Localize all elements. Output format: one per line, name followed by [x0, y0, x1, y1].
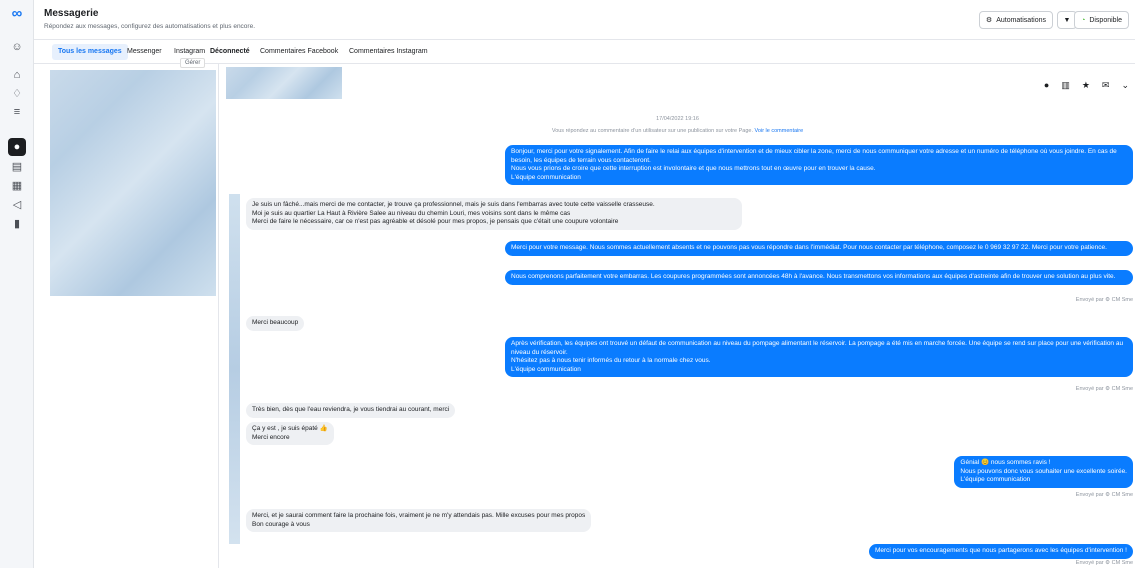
star-icon[interactable]: ★ [1082, 80, 1090, 91]
meta-logo-icon[interactable]: ∞ [6, 5, 28, 22]
automations-button[interactable]: ⚙ Automatisations [978, 11, 1053, 29]
insights-icon[interactable]: ▮ [8, 214, 26, 232]
page-subtitle: Répondez aux messages, configurez des au… [44, 23, 256, 30]
tab-messenger[interactable]: Messenger [121, 44, 168, 60]
menu-icon[interactable]: ≡ [8, 103, 26, 121]
left-nav-rail: ∞ ☺ ⌂ ♢ ≡ ● ▤ ▦ ◁ ▮ [0, 0, 34, 568]
tab-instagram-comments[interactable]: Commentaires Instagram [343, 44, 434, 60]
message-out-6: Merci pour vos encouragements que nous p… [868, 544, 1133, 559]
chevron-down-icon[interactable]: ⌄ [1121, 80, 1129, 91]
notifications-icon[interactable]: ♢ [8, 84, 26, 102]
availability-button[interactable]: ◔ Disponible [1074, 11, 1129, 29]
blurred-conversation-previews[interactable] [50, 70, 216, 296]
page-title: Messagerie [44, 8, 99, 19]
inbox-icon[interactable]: ● [8, 138, 26, 156]
message-out-5: Génial 😊 nous sommes ravis ! Nous pouvon… [954, 456, 1133, 488]
availability-icon: ◔ [1081, 16, 1086, 24]
mail-icon[interactable]: ✉ [1102, 80, 1110, 91]
availability-label: Disponible [1089, 16, 1122, 24]
message-out-2: Merci pour votre message. Nous sommes ac… [505, 241, 1133, 256]
content-icon[interactable]: ▤ [8, 157, 26, 175]
message-in-1: Je suis un fâché...mais merci de me cont… [246, 198, 742, 230]
sent-by-label: Envoyé par ⚙ CM Sme [1075, 297, 1133, 303]
tab-all-messages[interactable]: Tous les messages [52, 44, 128, 60]
conversation-actions: ● ▥ ★ ✉ ⌄ [1044, 80, 1129, 91]
conversation-timestamp: 17/04/2022 19:16 [656, 116, 699, 122]
message-in-4: Ça y est , je suis épaté 👍 Merci encore [246, 422, 334, 445]
message-in-2: Merci beaucoup [246, 316, 305, 331]
notice-text: Vous répondez au commentaire d’un utilis… [551, 128, 754, 134]
view-comment-link[interactable]: Voir le commentaire [755, 128, 804, 134]
sent-by-label: Envoyé par ⚙ CM Sme [1075, 492, 1133, 498]
ads-icon[interactable]: ◁ [8, 195, 26, 213]
planner-icon[interactable]: ▦ [8, 176, 26, 194]
message-out-3: Nous comprenons parfaitement votre embar… [505, 270, 1133, 285]
sent-by-label: Envoyé par ⚙ CM Sme [1075, 560, 1133, 566]
home-icon[interactable]: ⌂ [8, 66, 26, 84]
message-out-4: Après vérification, les équipes ont trou… [505, 337, 1133, 377]
account-avatar-icon[interactable]: ☺ [8, 38, 26, 56]
comment-notice: Vous répondez au commentaire d’un utilis… [220, 128, 1135, 134]
trash-icon[interactable]: ▥ [1061, 80, 1070, 91]
sent-by-label: Envoyé par ⚙ CM Sme [1075, 386, 1133, 392]
tab-disconnected[interactable]: Déconnecté [204, 44, 256, 60]
message-in-3: Très bien, dès que l'eau reviendra, je v… [246, 403, 456, 418]
blurred-contact-header [226, 67, 342, 99]
info-icon[interactable]: ● [1044, 80, 1049, 91]
pin-icon: ▼ [1063, 16, 1071, 24]
message-out-1: Bonjour, merci pour votre signalement. A… [505, 145, 1133, 185]
tab-facebook-comments[interactable]: Commentaires Facebook [254, 44, 344, 60]
message-in-5: Merci, et je saurai comment faire la pro… [246, 509, 592, 532]
conversation-panel: ● ▥ ★ ✉ ⌄ 17/04/2022 19:16 Vous répondez… [220, 64, 1135, 568]
page-header: Messagerie Répondez aux messages, config… [34, 0, 1135, 40]
blurred-sender-avatar [229, 194, 240, 544]
automations-icon: ⚙ [985, 17, 993, 24]
conversation-list [34, 64, 219, 568]
automations-label: Automatisations [996, 16, 1046, 24]
